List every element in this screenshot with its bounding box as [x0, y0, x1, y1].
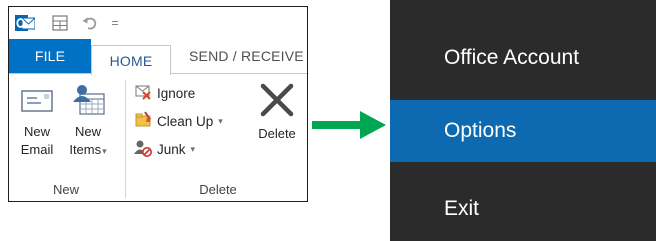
outlook-ribbon: = FILE HOME SEND / RECEIVE New Email New… [8, 6, 308, 202]
ribbon-tabs: FILE HOME SEND / RECEIVE [9, 39, 307, 75]
delete-label: Delete [258, 126, 296, 141]
new-items-button[interactable]: New Items▾ [61, 82, 115, 160]
new-items-label-line2: Items [69, 142, 102, 157]
new-items-label-line1: New [74, 124, 101, 139]
new-items-icon [70, 82, 106, 123]
delete-button[interactable]: Delete [249, 80, 305, 143]
delete-x-icon [257, 80, 297, 125]
ignore-label: Ignore [157, 85, 196, 101]
ignore-button[interactable]: Ignore [133, 82, 195, 104]
new-email-button[interactable]: New Email [15, 82, 59, 159]
right-arrow-icon [310, 110, 388, 140]
junk-icon [133, 138, 153, 161]
clean-up-icon [133, 110, 153, 133]
junk-label: Junk [157, 141, 186, 157]
menu-item-exit[interactable]: Exit [390, 188, 656, 230]
group-divider [125, 80, 126, 198]
customize-toolbar-icon[interactable]: = [109, 13, 121, 33]
tab-send-receive[interactable]: SEND / RECEIVE [181, 39, 307, 73]
ignore-icon [133, 82, 153, 105]
outlook-icon[interactable] [15, 13, 35, 33]
dropdown-caret-icon: ▾ [190, 143, 196, 154]
group-label-delete: Delete [199, 182, 237, 197]
junk-button[interactable]: Junk ▾ [133, 138, 195, 160]
new-email-label-line1: New [23, 124, 50, 139]
menu-item-options[interactable]: Options [390, 100, 656, 162]
clean-up-label: Clean Up [157, 113, 214, 129]
new-email-label-line2: Email [20, 142, 54, 157]
new-items-label-line2-wrap: Items▾ [69, 141, 106, 160]
tab-home[interactable]: HOME [91, 45, 171, 75]
dropdown-caret-icon: ▾ [218, 115, 223, 126]
tab-file[interactable]: FILE [9, 39, 91, 73]
dropdown-caret-icon: ▾ [102, 146, 107, 156]
ribbon-home-panel: New Email New Items▾ New Ignore Clean Up… [9, 73, 307, 201]
undo-icon[interactable] [81, 13, 99, 33]
send-receive-folders-icon[interactable] [51, 13, 69, 33]
envelope-icon [20, 82, 54, 123]
quick-access-toolbar: = [9, 7, 307, 39]
backstage-menu: Office Account Options Exit [390, 0, 656, 241]
menu-item-office-account[interactable]: Office Account [390, 32, 656, 84]
group-label-new: New [52, 182, 79, 197]
clean-up-button[interactable]: Clean Up ▾ [133, 110, 223, 132]
